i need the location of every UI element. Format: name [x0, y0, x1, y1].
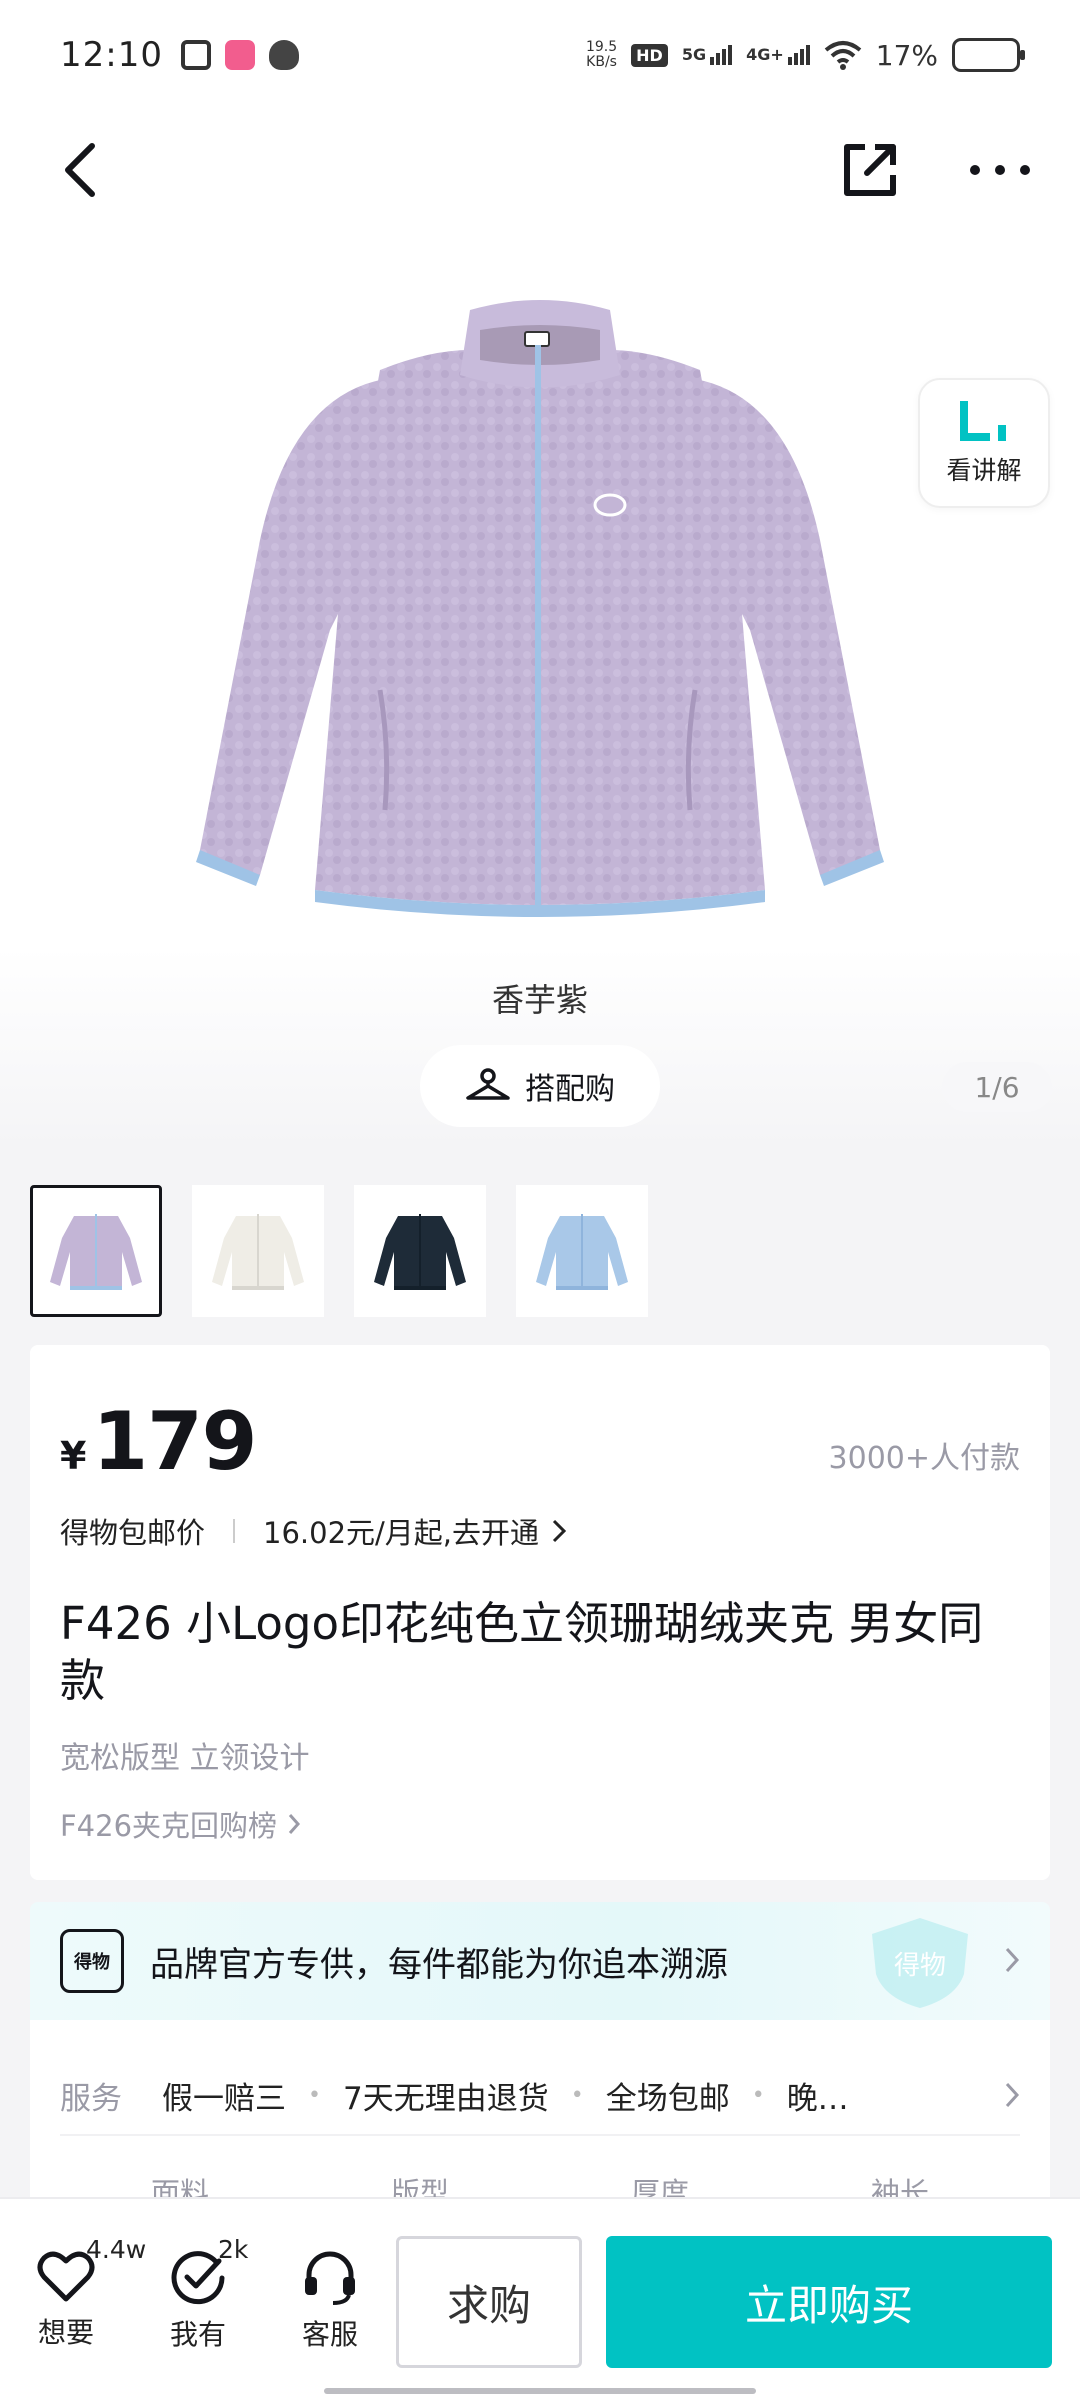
product-gallery[interactable]: 看讲解 香芋紫 搭配购 1/6 — [0, 230, 1080, 1150]
thumbnail-3[interactable] — [354, 1185, 486, 1317]
brand-authenticity-banner[interactable]: 得物 品牌官方专供，每件都能为你追本溯源 得物 — [30, 1902, 1050, 2020]
product-info-card: ¥ 179 3000+人付款 得物包邮价 16.02元/月起,去开通 F426 … — [30, 1345, 1050, 1880]
page-indicator: 1/6 — [942, 1062, 1052, 1112]
chevron-right-icon — [1005, 2082, 1020, 2108]
thumbnail-jacket-image — [374, 1214, 466, 1290]
rank-link-label: F426夹克回购榜 — [60, 1809, 278, 1843]
separator-dot: • — [751, 2082, 765, 2108]
price-sub-row[interactable]: 得物包邮价 16.02元/月起,去开通 — [60, 1510, 567, 1552]
home-indicator[interactable] — [324, 2388, 756, 2394]
product-tags: 宽松版型 立领设计 — [60, 1741, 310, 1776]
bilibili-icon — [224, 40, 255, 70]
thumbnail-jacket-image — [536, 1214, 628, 1290]
bottom-action-bar: 4.4w 想要 2k 我有 客服 求购 立即购买 — [0, 2197, 1080, 2400]
service-item: 晚… — [786, 2080, 849, 2117]
notification-icons — [180, 40, 299, 70]
price-symbol: ¥ — [60, 1434, 87, 1478]
rank-link[interactable]: F426夹克回购榜 — [60, 1803, 301, 1845]
share-icon — [844, 144, 896, 196]
thumbnail-jacket-image — [212, 1214, 304, 1290]
divider — [233, 1519, 236, 1543]
price-value: 179 — [92, 1395, 257, 1488]
thumbnail-4[interactable] — [516, 1185, 648, 1317]
signal-4g-icon: 4G+ — [746, 45, 810, 65]
more-dots-icon — [970, 165, 1030, 175]
svg-text:得物: 得物 — [894, 1951, 946, 1981]
wifi-icon — [824, 41, 862, 70]
buyers-count: 3000+人付款 — [828, 1441, 1020, 1476]
have-label: 我有 — [169, 2318, 226, 2351]
explain-chart-icon — [960, 401, 1006, 441]
have-button[interactable]: 2k 我有 — [148, 2235, 248, 2353]
service-row[interactable]: 服务 假一赔三 • 7天无理由退货 • 全场包邮 • 晚… — [60, 2060, 1020, 2130]
product-image — [196, 300, 884, 917]
explain-button[interactable]: 看讲解 — [918, 378, 1050, 508]
want-button[interactable]: 4.4w 想要 — [16, 2235, 146, 2351]
color-name: 香芋紫 — [491, 981, 588, 1019]
signal-5g-icon: 5G — [682, 45, 733, 65]
separator-dot: • — [308, 2082, 321, 2108]
more-button[interactable] — [950, 110, 1050, 230]
separator-dot: • — [570, 2082, 584, 2108]
service-card: 服务 假一赔三 • 7天无理由退货 • 全场包邮 • 晚… 面料 版型 厚度 袖长 — [30, 2020, 1050, 2220]
match-buy-button[interactable]: 搭配购 — [420, 1045, 660, 1127]
chevron-right-icon — [288, 1814, 301, 1834]
battery-percent: 17% — [875, 38, 938, 72]
chevron-right-icon — [552, 1519, 567, 1543]
thumbnail-jacket-image — [50, 1214, 142, 1290]
thumbnail-strip — [30, 1185, 648, 1317]
shield-icon: 得物 — [872, 1918, 968, 2008]
nav-bar — [0, 110, 1080, 230]
app-m-icon — [180, 40, 211, 70]
status-right: 19.5 KB/s HD 5G 4G+ 17% — [585, 38, 1025, 72]
thumbnail-2[interactable] — [192, 1185, 324, 1317]
status-bar: 12:10 19.5 KB/s HD 5G 4G+ 17% — [0, 0, 1080, 110]
customer-service-label: 客服 — [301, 2318, 358, 2351]
network-speed: 19.5 KB/s — [585, 39, 618, 70]
installment-text: 16.02元/月起,去开通 — [263, 1516, 540, 1550]
back-arrow-icon — [65, 143, 95, 197]
service-item: 假一赔三 — [162, 2080, 286, 2117]
want-label: 想要 — [37, 2316, 94, 2349]
back-button[interactable] — [40, 110, 120, 230]
battery-icon — [952, 38, 1025, 72]
buy-now-button[interactable]: 立即购买 — [606, 2236, 1052, 2368]
service-item: 7天无理由退货 — [342, 2080, 549, 2117]
price-row: ¥ 179 — [60, 1395, 257, 1488]
match-buy-label: 搭配购 — [525, 1072, 615, 1107]
request-buy-button[interactable]: 求购 — [396, 2236, 582, 2368]
want-count: 4.4w — [86, 2235, 147, 2264]
headset-icon — [305, 2251, 355, 2305]
have-count: 2k — [218, 2235, 249, 2264]
share-button[interactable] — [820, 110, 920, 230]
customer-service-button[interactable]: 客服 — [280, 2249, 380, 2353]
product-title: F426 小Logo印花纯色立领珊瑚绒夹克 男女同款 — [60, 1597, 984, 1707]
explain-label: 看讲解 — [946, 456, 1022, 485]
hd-icon: HD — [631, 43, 668, 67]
chevron-right-icon — [1005, 1947, 1020, 1973]
divider — [60, 2134, 1020, 2136]
qq-icon — [268, 40, 299, 70]
brand-banner-text: 品牌官方专供，每件都能为你追本溯源 — [150, 1944, 728, 1985]
hanger-icon — [466, 1068, 510, 1100]
status-time: 12:10 — [60, 35, 163, 75]
service-label: 服务 — [60, 2080, 122, 2117]
dewu-logo-icon: 得物 — [60, 1929, 124, 1993]
service-item: 全场包邮 — [605, 2080, 730, 2117]
shipping-label: 得物包邮价 — [60, 1516, 206, 1550]
thumbnail-1[interactable] — [30, 1185, 162, 1317]
